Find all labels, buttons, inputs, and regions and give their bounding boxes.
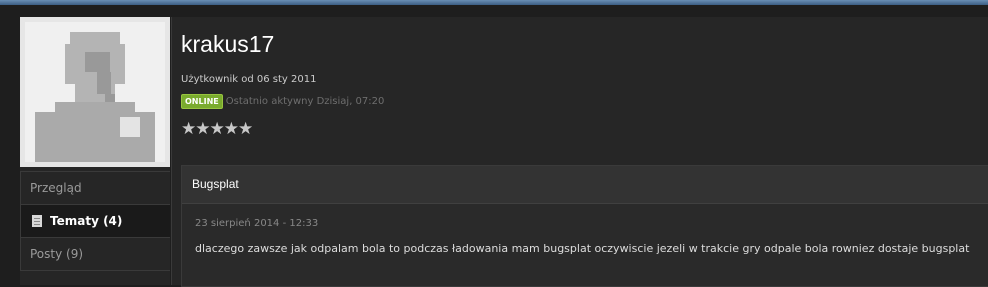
sidebar-item-posts[interactable]: Posty (9) (20, 238, 170, 271)
top-accent-bar (0, 0, 988, 5)
sidebar-item-label: Przegląd (30, 181, 82, 195)
profile-menu: Przegląd Tematy (4) Posty (9) (20, 171, 170, 271)
sidebar-item-topics[interactable]: Tematy (4) (20, 205, 170, 238)
document-icon (32, 215, 42, 227)
online-badge: ONLINE (181, 94, 223, 109)
username: krakus17 (181, 31, 275, 57)
avatar (20, 17, 170, 167)
member-since: Użytkownik od 06 sty 2011 (181, 74, 317, 85)
rating-stars: ★★★★★ (181, 119, 253, 139)
post-body: dlaczego zawsze jak odpalam bola to podc… (195, 242, 970, 255)
status-line: ONLINE Ostatnio aktywny Dzisiaj, 07:20 (181, 94, 384, 109)
sidebar-item-overview[interactable]: Przegląd (20, 172, 170, 205)
profile-main: krakus17 Użytkownik od 06 sty 2011 ONLIN… (171, 17, 988, 287)
last-active: Ostatnio aktywny Dzisiaj, 07:20 (225, 96, 385, 107)
avatar-placeholder-image (25, 22, 165, 162)
post-title[interactable]: Bugsplat (182, 166, 988, 204)
profile-sidebar: Przegląd Tematy (4) Posty (9) (20, 17, 170, 285)
sidebar-item-label: Posty (9) (30, 247, 84, 261)
post-date: 23 sierpień 2014 - 12:33 (195, 218, 319, 229)
post-box: Bugsplat 23 sierpień 2014 - 12:33 dlacze… (181, 165, 988, 287)
sidebar-item-label: Tematy (4) (50, 214, 123, 228)
